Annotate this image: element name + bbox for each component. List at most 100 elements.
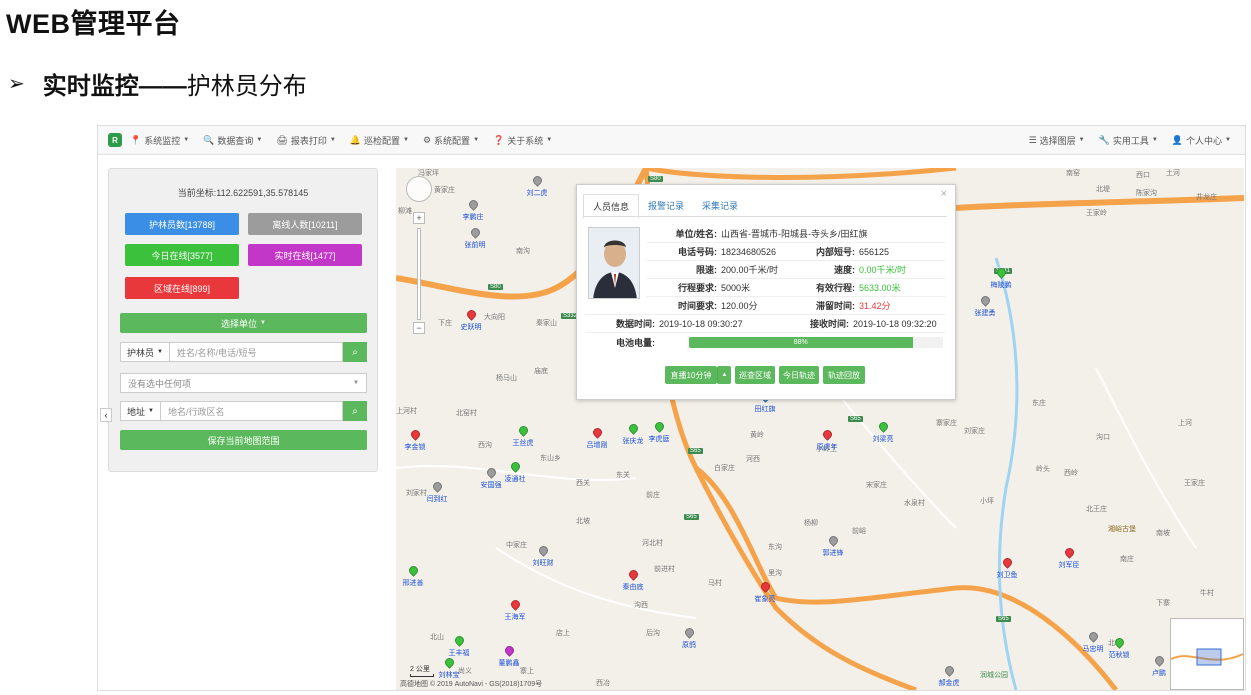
ranger-marker[interactable]: 崔象亮 <box>755 580 776 612</box>
map-copyright: 高德地图 © 2019 AutoNavi - GS(2018)1709号 <box>400 681 543 688</box>
ranger-marker[interactable]: 刘梁亮 <box>873 420 894 452</box>
item-select[interactable]: 没有选中任何项 ▼ <box>120 373 367 393</box>
patrol-area-button[interactable]: 巡查区域 <box>735 366 775 384</box>
ranger-marker[interactable]: 梅陵鹏 <box>991 266 1012 298</box>
offline-count-button[interactable]: 离线人数[10211] <box>248 213 362 235</box>
close-icon[interactable]: × <box>941 188 947 200</box>
ranger-marker[interactable]: 马忠明 <box>1083 630 1104 662</box>
speed-value: 0.00千米/时 <box>859 265 907 275</box>
place-label: 南沟 <box>516 248 530 255</box>
today-track-button[interactable]: 今日轨迹 <box>779 366 819 384</box>
ranger-marker[interactable]: 张建勇 <box>975 294 996 326</box>
app-logo-icon[interactable]: R <box>108 133 122 147</box>
zoom-slider[interactable] <box>417 228 421 320</box>
address-search-input[interactable]: 地名/行政区名 <box>159 401 343 421</box>
ranger-marker[interactable]: 原鸽 <box>682 626 696 658</box>
road-minor-4 <box>1095 367 1197 549</box>
ranger-marker[interactable]: 郭进锋 <box>823 534 844 566</box>
area-online-button[interactable]: 区域在线[899] <box>125 277 239 299</box>
nav-item[interactable]: ⚙ 系统配置 ▼ <box>423 134 479 147</box>
zoom-out-button[interactable]: − <box>413 322 425 334</box>
live-10min-button[interactable]: 直播10分钟 <box>665 366 717 384</box>
nav-right: ☰ 选择图层 ▼ 🔧 实用工具 ▼ 👤 个人中心 ▼ <box>1029 134 1245 147</box>
ranger-search-button[interactable]: ⌕ <box>343 342 367 362</box>
place-label: 南窑 <box>1066 170 1080 177</box>
ranger-name: 安国强 <box>480 482 502 489</box>
ranger-marker[interactable]: 原虎年 <box>817 428 838 460</box>
ranger-marker[interactable]: 吕增刚 <box>587 426 608 458</box>
ranger-search-input[interactable]: 姓名/名称/电话/短号 <box>168 342 343 362</box>
ranger-name: 郝金虎 <box>938 680 960 687</box>
map-zoom-control: + − <box>406 176 432 334</box>
nav-item[interactable]: 📍 系统监控 ▼ <box>130 134 189 147</box>
ranger-type-dropdown[interactable]: 护林员 ▼ <box>120 342 169 362</box>
address-type-dropdown[interactable]: 地址 ▼ <box>120 401 160 421</box>
address-search-button[interactable]: ⌕ <box>343 401 367 421</box>
map-canvas[interactable]: 冯家坪 黄家庄 柳滩 土河 陈家沟 井龙庄 南窑 北堤 西口 王家岭 下庄 大向阳 秦家山 南沟 杨马山 庙底… <box>396 168 1244 690</box>
ranger-marker[interactable]: 卢鹏 <box>1152 654 1166 686</box>
ranger-marker[interactable]: 王海军 <box>505 598 526 630</box>
save-map-range-button[interactable]: 保存当前地图范围 <box>120 430 367 450</box>
speed-label: 速度: <box>834 265 855 275</box>
nav-item[interactable]: ☰ 选择图层 ▼ <box>1029 134 1085 147</box>
place-label: 前进村 <box>654 566 675 573</box>
ranger-marker[interactable]: 李虎庭 <box>649 420 670 452</box>
ranger-marker[interactable]: 李鹏庄 <box>463 198 484 230</box>
time-req-label: 时间要求: <box>678 301 717 311</box>
ranger-marker[interactable]: 刘二虎 <box>527 174 548 206</box>
ranger-marker[interactable]: 史跃明 <box>461 308 482 340</box>
map-pin-icon <box>994 266 1008 279</box>
ranger-name: 原虎年 <box>816 444 838 451</box>
ranger-marker[interactable]: 张前明 <box>465 226 486 258</box>
live-dropdown-toggle[interactable]: ▲ <box>717 366 731 384</box>
track-replay-button[interactable]: 轨迹回放 <box>823 366 865 384</box>
ranger-marker[interactable]: 董鹏鑫 <box>499 644 520 676</box>
nav-item[interactable]: 🔔 巡检配置 ▼ <box>350 134 409 147</box>
nav-item-label: 数据查询 <box>217 135 254 146</box>
bullet-arrow-icon: ➢ <box>8 73 25 95</box>
map-overview[interactable] <box>1170 618 1244 690</box>
nav-item[interactable]: 🔧 实用工具 ▼ <box>1099 134 1158 147</box>
battery-fill: 88% <box>689 337 913 348</box>
ranger-marker[interactable]: 邢进善 <box>403 564 424 596</box>
rangers-count-button[interactable]: 护林员数[13788] <box>125 213 239 235</box>
place-label: 柳滩 <box>398 208 412 215</box>
zoom-in-button[interactable]: + <box>413 212 425 224</box>
limit-value: 200.00千米/时 <box>721 265 779 275</box>
select-unit-button[interactable]: 选择单位 ▼ <box>120 313 367 333</box>
ranger-marker[interactable]: 安国强 <box>481 466 502 498</box>
road-minor-2 <box>495 547 697 619</box>
nav-item[interactable]: 👤 个人中心 ▼ <box>1172 134 1231 147</box>
ranger-marker[interactable]: 秦由底 <box>623 568 644 600</box>
chevron-down-icon: ▼ <box>546 137 553 143</box>
ranger-marker[interactable]: 王丝虎 <box>513 424 534 456</box>
app-window: R 📍 系统监控 ▼ 🔍 数据查询 ▼ 🖨 报表打印 ▼ 🔔 巡检配置 ▼ ⚙ 系统配置 ▼ ❓ 关于系统 ▼ ☰… <box>97 125 1246 691</box>
place-label: 北窑村 <box>456 410 477 417</box>
compass-icon[interactable] <box>406 176 432 202</box>
ranger-marker[interactable]: 刘卫鱼 <box>997 556 1018 588</box>
map-pin-icon <box>626 422 640 435</box>
short-value: 656125 <box>859 246 890 257</box>
today-online-button[interactable]: 今日在线[3577] <box>125 244 239 266</box>
nav-item[interactable]: 🔍 数据查询 ▼ <box>203 134 262 147</box>
ranger-marker[interactable]: 刘军臣 <box>1059 546 1080 578</box>
menu-icon: ⚙ <box>422 134 432 145</box>
info-row-phone: 电话号码: 18234680526 内部短号: 656125 <box>647 243 889 260</box>
place-label: 南庄 <box>1120 556 1134 563</box>
ranger-marker[interactable]: 张庆龙 <box>623 422 644 454</box>
caret-up-icon: ▲ <box>721 372 728 378</box>
ranger-marker[interactable]: 范秋锁 <box>1109 636 1130 668</box>
realtime-online-button[interactable]: 实时在线[1477] <box>248 244 362 266</box>
nav-left: 📍 系统监控 ▼ 🔍 数据查询 ▼ 🖨 报表打印 ▼ 🔔 巡检配置 ▼ ⚙ 系统配置 ▼ ❓ 关于系统 ▼ <box>130 134 566 147</box>
ranger-marker[interactable]: 凌通社 <box>505 460 526 492</box>
battery-label: 电池电量: <box>616 338 655 348</box>
nav-item[interactable]: 🖨 报表打印 ▼ <box>276 134 335 147</box>
ranger-marker[interactable]: 李金锁 <box>405 428 426 460</box>
ranger-marker[interactable]: 郝金虎 <box>939 664 960 690</box>
map-pin-icon <box>682 626 696 639</box>
ranger-marker[interactable]: 闫到红 <box>427 480 448 512</box>
panel-collapse-button[interactable]: ‹ <box>100 408 112 422</box>
nav-item[interactable]: ❓ 关于系统 ▼ <box>493 134 552 147</box>
ranger-marker[interactable]: 刘旺财 <box>533 544 554 576</box>
trip-req-value: 5000米 <box>721 283 751 293</box>
